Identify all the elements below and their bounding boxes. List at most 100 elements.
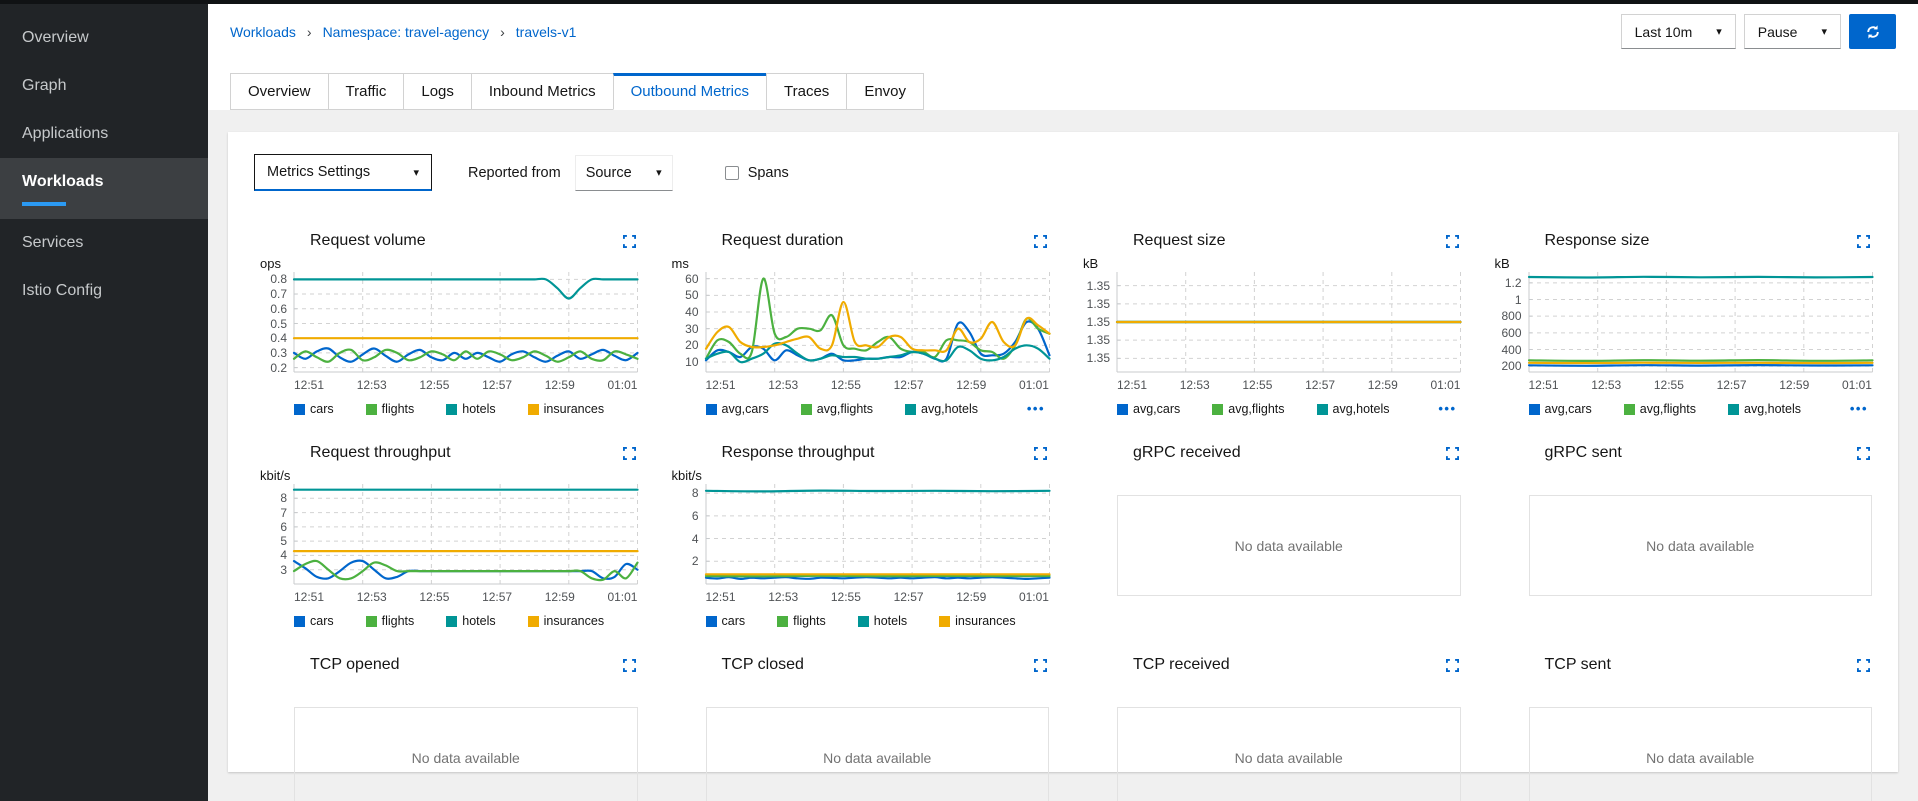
tab-outbound-metrics[interactable]: Outbound Metrics <box>612 73 768 110</box>
legend-item-cars[interactable]: cars <box>294 402 334 416</box>
reported-from-select[interactable]: Source ▾ <box>574 154 673 191</box>
legend-item-avg-flights[interactable]: avg,flights <box>800 402 874 416</box>
y-tick-label: 400 <box>1501 342 1522 357</box>
legend-swatch <box>446 403 458 415</box>
metrics-settings-dropdown[interactable]: Metrics Settings ▾ <box>254 154 432 191</box>
refresh-button[interactable] <box>1849 14 1896 49</box>
expand-icon[interactable] <box>622 446 636 460</box>
breadcrumb-link-workloads[interactable]: Workloads <box>230 24 296 40</box>
tab-content: Metrics Settings ▾ Reported from Source … <box>208 110 1918 801</box>
caret-down-icon: ▾ <box>656 167 662 179</box>
legend-item-insurances[interactable]: insurances <box>527 402 604 416</box>
caret-down-icon: ▾ <box>413 166 419 179</box>
spans-checkbox[interactable] <box>724 165 739 180</box>
tab-inbound-metrics[interactable]: Inbound Metrics <box>470 73 614 110</box>
y-tick-label: 7 <box>280 505 287 520</box>
legend-item-cars[interactable]: cars <box>294 614 334 628</box>
legend-item-avg-hotels[interactable]: avg,hotels <box>1728 402 1801 416</box>
legend-item-hotels[interactable]: hotels <box>446 402 496 416</box>
expand-icon[interactable] <box>1857 446 1870 460</box>
breadcrumb-link-namespace-travel-agency[interactable]: Namespace: travel-agency <box>323 24 490 40</box>
y-tick-label: 1.35 <box>1086 296 1110 311</box>
y-tick-label: 6 <box>691 508 699 523</box>
chart-panel-tcp-opened: TCP opened No data available <box>254 653 638 801</box>
series-line-avg-cars <box>1529 365 1873 366</box>
series-line-flights <box>706 576 1050 577</box>
legend-item-flights[interactable]: flights <box>777 614 826 628</box>
expand-icon[interactable] <box>1034 446 1047 460</box>
x-tick-label: 12:59 <box>544 378 575 392</box>
no-data-label: No data available <box>823 749 932 766</box>
legend-label: cars <box>721 614 746 628</box>
sidebar-item-overview[interactable]: Overview <box>0 14 208 62</box>
legend-item-avg-cars[interactable]: avg,cars <box>1117 402 1180 416</box>
legend-item-avg-flights[interactable]: avg,flights <box>1623 402 1696 416</box>
x-tick-label: 12:53 <box>768 378 799 392</box>
legend-overflow-button[interactable]: ••• <box>1027 401 1045 416</box>
chart-panel-grpc-received: gRPC received No data available <box>1077 441 1461 629</box>
legend-item-avg-flights[interactable]: avg,flights <box>1212 402 1285 416</box>
legend-item-avg-hotels[interactable]: avg,hotels <box>905 402 978 416</box>
sidebar-item-istio-config[interactable]: Istio Config <box>0 267 208 315</box>
chart-legend: avg,cars avg,flights avg,hotels ••• <box>1528 401 1873 417</box>
tab-traces[interactable]: Traces <box>766 73 848 110</box>
chart-title: gRPC received <box>1133 444 1241 461</box>
y-axis-unit-label: kbit/s <box>671 468 702 483</box>
legend-label: flights <box>381 614 415 628</box>
legend-item-avg-hotels[interactable]: avg,hotels <box>1316 402 1390 416</box>
y-axis-ticks: 1.35 1.35 1.35 1.35 1.35 <box>1077 272 1117 372</box>
y-tick-label: 0.4 <box>270 331 287 346</box>
sidebar-item-graph[interactable]: Graph <box>0 62 208 110</box>
legend-item-insurances[interactable]: insurances <box>939 614 1016 628</box>
expand-icon[interactable] <box>1034 234 1047 248</box>
y-tick-label: 8 <box>280 491 287 506</box>
chart-legend: avg,cars avg,flights avg,hotels ••• <box>705 401 1050 417</box>
x-tick-label: 12:57 <box>893 590 924 604</box>
duration-dropdown[interactable]: Last 10m ▾ <box>1620 14 1736 49</box>
chart-plot <box>1529 272 1873 372</box>
chart-title: Request duration <box>721 232 844 249</box>
legend-item-cars[interactable]: cars <box>705 614 746 628</box>
legend-item-avg-cars[interactable]: avg,cars <box>705 402 769 416</box>
x-tick-label: 12:55 <box>830 378 861 392</box>
pause-dropdown[interactable]: Pause ▾ <box>1743 14 1841 49</box>
expand-icon[interactable] <box>622 234 636 248</box>
legend-item-hotels[interactable]: hotels <box>857 614 907 628</box>
chart-title: Response throughput <box>721 444 875 461</box>
y-tick-label: 3 <box>280 562 287 577</box>
sidebar-item-workloads[interactable]: Workloads <box>0 158 208 219</box>
x-tick-label: 12:55 <box>1653 378 1684 392</box>
expand-icon[interactable] <box>1034 658 1047 672</box>
y-tick-label: 1.35 <box>1086 315 1110 329</box>
tab-traffic[interactable]: Traffic <box>327 73 405 110</box>
legend-overflow-button[interactable]: ••• <box>1438 401 1456 416</box>
sidebar-item-applications[interactable]: Applications <box>0 110 208 158</box>
legend-item-insurances[interactable]: insurances <box>527 614 604 628</box>
breadcrumb-link-travels-v1[interactable]: travels-v1 <box>516 24 577 40</box>
expand-icon[interactable] <box>622 658 636 672</box>
tab-logs[interactable]: Logs <box>403 73 472 110</box>
expand-icon[interactable] <box>1445 234 1459 248</box>
chart-panel-tcp-sent: TCP sent No data available <box>1489 653 1872 801</box>
sidebar-item-services[interactable]: Services <box>0 219 208 267</box>
legend-item-avg-cars[interactable]: avg,cars <box>1528 402 1592 416</box>
expand-icon[interactable] <box>1445 446 1459 460</box>
chart-panel-header: gRPC received <box>1077 441 1461 465</box>
legend-item-hotels[interactable]: hotels <box>446 614 496 628</box>
legend-swatch <box>857 615 869 627</box>
tab-overview[interactable]: Overview <box>230 73 329 110</box>
expand-icon[interactable] <box>1857 234 1870 248</box>
tab-envoy[interactable]: Envoy <box>846 73 925 110</box>
chart-panel-header: Request duration <box>666 229 1050 253</box>
expand-icon[interactable] <box>1445 658 1459 672</box>
y-tick-label: 60 <box>685 271 699 286</box>
x-tick-label: 12:59 <box>1367 378 1398 392</box>
legend-overflow-button[interactable]: ••• <box>1850 401 1868 416</box>
legend-item-flights[interactable]: flights <box>365 402 414 416</box>
chart-title: TCP closed <box>721 656 804 673</box>
legend-label: avg,flights <box>816 402 874 416</box>
y-tick-label: 8 <box>691 486 699 501</box>
legend-item-flights[interactable]: flights <box>365 614 415 628</box>
expand-icon[interactable] <box>1857 658 1870 672</box>
x-tick-label: 12:53 <box>768 590 799 604</box>
